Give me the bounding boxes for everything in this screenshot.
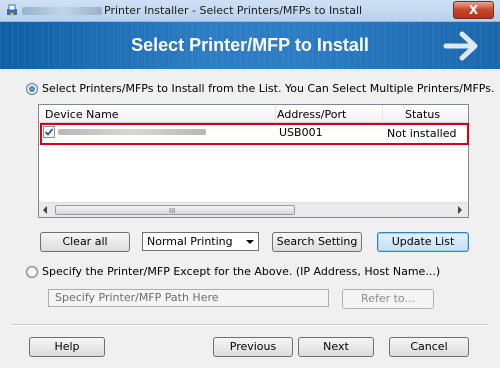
next-label: Next: [323, 340, 349, 353]
footer-divider: [12, 324, 488, 326]
previous-label: Previous: [229, 340, 277, 353]
option-select-from-list-label: Select Printers/MFPs to Install from the…: [42, 82, 495, 95]
help-button[interactable]: Help: [29, 337, 105, 357]
window-title: Printer Installer - Select Printers/MFPs…: [104, 4, 363, 17]
column-device-name[interactable]: Device Name: [45, 108, 119, 121]
refer-to-button[interactable]: Refer to...: [342, 289, 434, 309]
printing-mode-value: Normal Printing: [147, 235, 233, 248]
option-select-from-list[interactable]: Select Printers/MFPs to Install from the…: [26, 82, 494, 95]
printer-path-placeholder: Specify Printer/MFP Path Here: [55, 291, 219, 304]
printer-app-icon: [7, 4, 17, 16]
update-list-label: Update List: [391, 235, 455, 248]
close-icon: X: [468, 3, 479, 17]
column-address-port[interactable]: Address/Port: [277, 108, 346, 121]
next-button[interactable]: Next: [298, 337, 374, 357]
banner-title: Select Printer/MFP to Install: [131, 35, 369, 55]
search-setting-button[interactable]: Search Setting: [272, 232, 362, 252]
scrollbar-grip: III: [169, 207, 176, 215]
search-setting-label: Search Setting: [276, 235, 358, 248]
chevron-down-icon: [246, 240, 254, 244]
radio-select-from-list[interactable]: [26, 82, 38, 95]
cancel-button[interactable]: Cancel: [389, 337, 469, 357]
radio-specify-path[interactable]: [26, 265, 38, 278]
header-banner: Select Printer/MFP to Install: [0, 22, 500, 69]
horizontal-scrollbar[interactable]: III: [39, 202, 468, 217]
printer-path-field[interactable]: Specify Printer/MFP Path Here: [48, 289, 329, 307]
title-bar: Printer Installer - Select Printers/MFPs…: [0, 0, 500, 22]
clear-all-label: Clear all: [62, 235, 108, 248]
list-header: Device Name Address/Port Status: [39, 105, 468, 123]
column-status[interactable]: Status: [405, 108, 440, 121]
option-specify-path[interactable]: Specify the Printer/MFP Except for the A…: [26, 265, 440, 278]
close-button[interactable]: X: [453, 1, 494, 19]
clear-all-button[interactable]: Clear all: [40, 232, 130, 252]
printing-mode-select[interactable]: Normal Printing: [142, 232, 259, 251]
cancel-label: Cancel: [410, 340, 448, 353]
help-label: Help: [54, 340, 80, 353]
blurred-title-prefix: [22, 7, 102, 15]
selected-row-highlight: [40, 123, 469, 145]
update-list-button[interactable]: Update List: [377, 232, 469, 252]
previous-button[interactable]: Previous: [213, 337, 293, 357]
refer-to-label: Refer to...: [361, 292, 415, 305]
scroll-left-icon[interactable]: [43, 206, 47, 214]
device-list[interactable]: Device Name Address/Port Status USB001 N…: [38, 104, 469, 218]
right-arrow-icon: [443, 31, 478, 61]
scrollbar-thumb[interactable]: III: [55, 205, 295, 215]
scroll-right-icon[interactable]: [458, 206, 462, 214]
option-specify-path-label: Specify the Printer/MFP Except for the A…: [42, 265, 441, 278]
